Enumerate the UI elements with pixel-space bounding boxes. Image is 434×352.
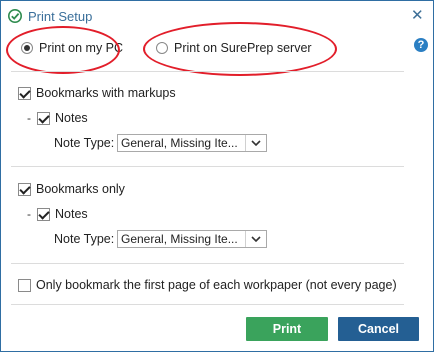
checkbox-first-page-only[interactable]: Only bookmark the first page of each wor… <box>18 277 397 293</box>
radio-print-on-sureprep-server[interactable]: Print on SurePrep server <box>156 39 312 57</box>
radio-button[interactable] <box>156 42 168 54</box>
cancel-button[interactable]: Cancel <box>338 317 419 341</box>
chevron-down-icon[interactable] <box>245 231 266 247</box>
checkbox-label: Notes <box>55 207 88 221</box>
checkbox-notes[interactable]: Notes <box>37 206 88 222</box>
divider <box>11 304 404 305</box>
print-setup-dialog: Print Setup ✕ ? Print on my PC Print on … <box>0 0 434 352</box>
checkbox[interactable] <box>37 207 50 221</box>
checkbox-label: Bookmarks with markups <box>36 86 176 100</box>
green-check-icon <box>8 9 22 23</box>
checkbox[interactable] <box>37 111 50 125</box>
note-type-value: General, Missing Ite... <box>121 232 238 246</box>
divider <box>11 71 404 72</box>
checkbox-label: Only bookmark the first page of each wor… <box>36 278 397 292</box>
radio-label: Print on my PC <box>39 41 124 55</box>
note-type-value: General, Missing Ite... <box>121 136 238 150</box>
radio-button-checked[interactable] <box>21 42 33 54</box>
checkbox-label: Notes <box>55 111 88 125</box>
help-icon[interactable]: ? <box>414 38 428 52</box>
print-button[interactable]: Print <box>246 317 328 341</box>
checkbox-bookmarks-only[interactable]: Bookmarks only <box>18 181 125 197</box>
indent-dash: - <box>27 111 31 125</box>
checkbox-notes[interactable]: Notes <box>37 110 88 126</box>
radio-label: Print on SurePrep server <box>174 41 312 55</box>
checkbox[interactable] <box>18 86 31 100</box>
dialog-title: Print Setup <box>28 9 93 24</box>
checkbox[interactable] <box>18 278 31 292</box>
checkbox-bookmarks-with-markups[interactable]: Bookmarks with markups <box>18 85 176 101</box>
note-type-label: Note Type: <box>54 232 115 246</box>
note-type-label: Note Type: <box>54 136 115 150</box>
close-icon[interactable]: ✕ <box>411 8 424 23</box>
divider <box>11 166 404 167</box>
chevron-down-icon[interactable] <box>245 135 266 151</box>
radio-print-on-my-pc[interactable]: Print on my PC <box>21 39 123 57</box>
indent-dash: - <box>27 207 31 221</box>
title-bar: Print Setup ✕ <box>1 1 433 31</box>
note-type-select[interactable]: General, Missing Ite... <box>117 134 267 152</box>
checkbox-label: Bookmarks only <box>36 182 125 196</box>
checkbox[interactable] <box>18 182 31 196</box>
note-type-select[interactable]: General, Missing Ite... <box>117 230 267 248</box>
divider <box>11 263 404 264</box>
